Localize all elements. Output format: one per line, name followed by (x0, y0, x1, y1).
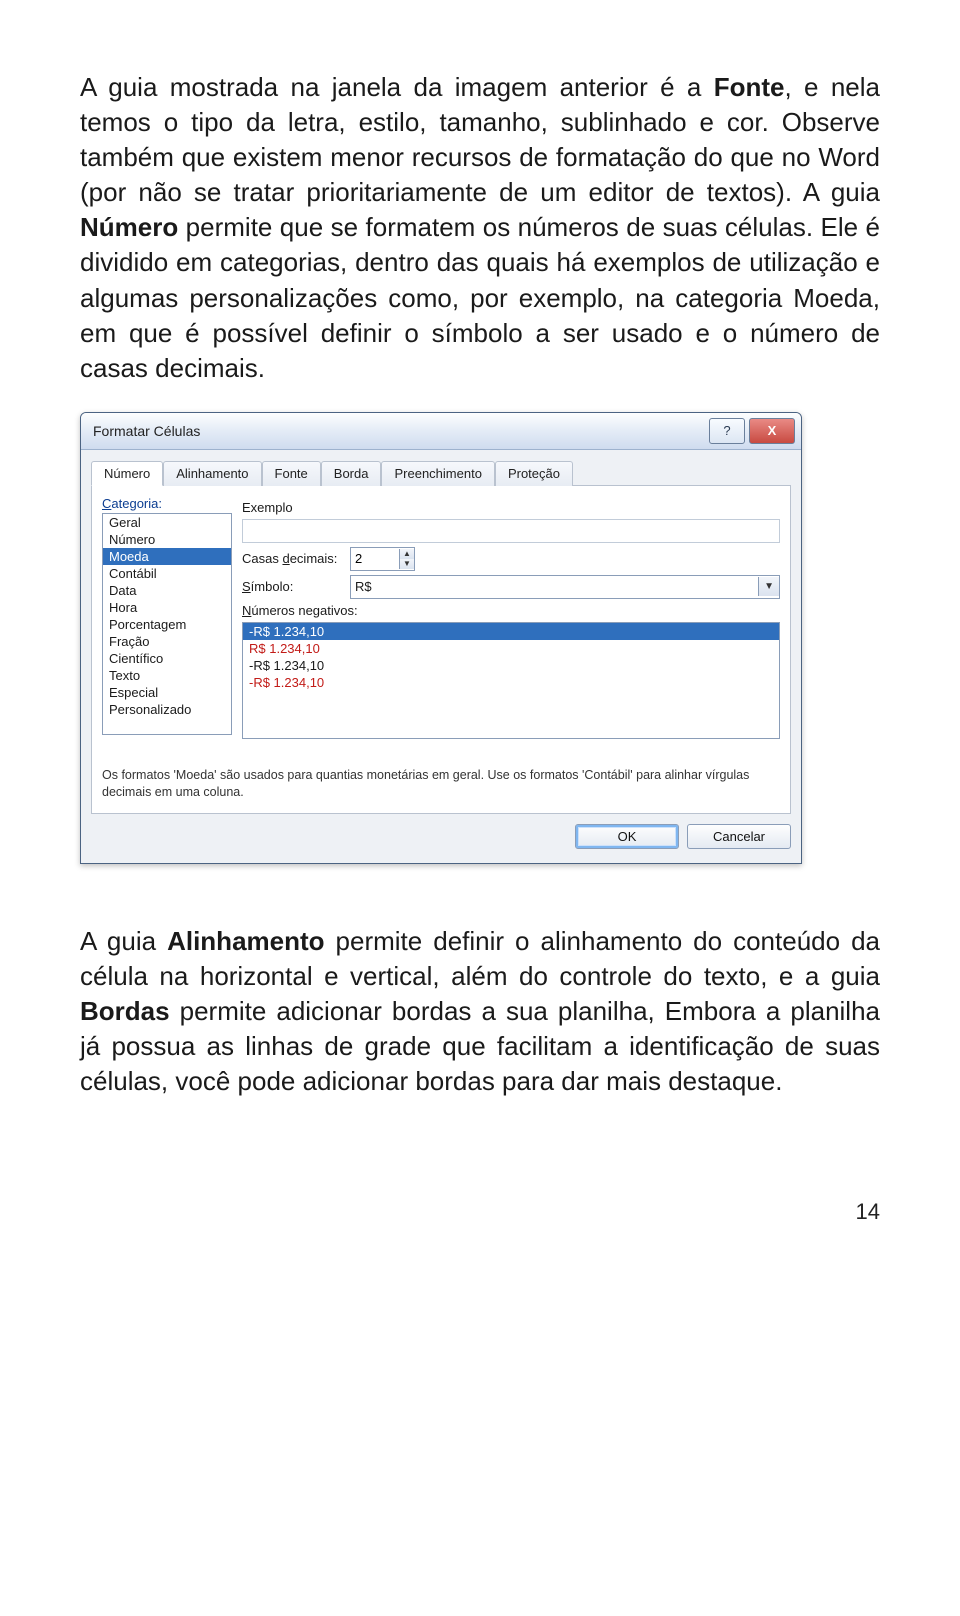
decimal-places-input[interactable] (351, 551, 399, 566)
page-number: 14 (80, 1199, 880, 1225)
word-bordas: Bordas (80, 996, 170, 1026)
dialog-title: Formatar Células (93, 423, 200, 439)
decimal-places-stepper[interactable]: ▲▼ (350, 547, 415, 571)
negative-numbers-list[interactable]: -R$ 1.234,10 R$ 1.234,10 -R$ 1.234,10 -R… (242, 622, 780, 739)
word-fonte: Fonte (714, 72, 785, 102)
tab-borda[interactable]: Borda (321, 461, 382, 486)
chevron-up-icon[interactable]: ▲ (400, 549, 414, 559)
tab-numero[interactable]: Número (91, 461, 163, 486)
casas-label: Casas decimais: (242, 551, 342, 566)
tab-preenchimento[interactable]: Preenchimento (381, 461, 494, 486)
ok-button[interactable]: OK (575, 824, 679, 849)
category-item[interactable]: Especial (103, 684, 231, 701)
categoria-label: Categoria: (102, 496, 232, 511)
chevron-down-icon[interactable]: ▼ (758, 577, 779, 596)
category-item[interactable]: Geral (103, 514, 231, 531)
word-alinhamento: Alinhamento (167, 926, 324, 956)
tab-protecao[interactable]: Proteção (495, 461, 573, 486)
exemplo-label: Exemplo (242, 500, 293, 515)
format-hint: Os formatos 'Moeda' são usados para quan… (102, 767, 780, 801)
category-item[interactable]: Texto (103, 667, 231, 684)
neg-option[interactable]: -R$ 1.234,10 (243, 623, 779, 640)
category-item[interactable]: Número (103, 531, 231, 548)
category-item[interactable]: Fração (103, 633, 231, 650)
negativos-label: Números negativos: (242, 603, 358, 618)
neg-option[interactable]: -R$ 1.234,10 (243, 657, 779, 674)
help-button[interactable]: ? (709, 418, 745, 444)
category-list[interactable]: Geral Número Moeda Contábil Data Hora Po… (102, 513, 232, 735)
tab-alinhamento[interactable]: Alinhamento (163, 461, 261, 486)
category-item[interactable]: Hora (103, 599, 231, 616)
symbol-value: R$ (355, 579, 372, 594)
category-item[interactable]: Data (103, 582, 231, 599)
stepper-arrows[interactable]: ▲▼ (399, 549, 414, 569)
chevron-down-icon[interactable]: ▼ (400, 559, 414, 569)
dialog-titlebar: Formatar Células ? X (81, 413, 801, 450)
word-numero: Número (80, 212, 178, 242)
symbol-select[interactable]: R$ ▼ (350, 575, 780, 599)
neg-option[interactable]: R$ 1.234,10 (243, 640, 779, 657)
category-item[interactable]: Personalizado (103, 701, 231, 718)
tabs: Número Alinhamento Fonte Borda Preenchim… (91, 460, 791, 486)
tab-fonte[interactable]: Fonte (262, 461, 321, 486)
category-item[interactable]: Contábil (103, 565, 231, 582)
cancel-button[interactable]: Cancelar (687, 824, 791, 849)
simbolo-label: Símbolo: (242, 579, 342, 594)
exemplo-box (242, 519, 780, 543)
paragraph-1: A guia mostrada na janela da imagem ante… (80, 70, 880, 386)
category-item[interactable]: Porcentagem (103, 616, 231, 633)
close-button[interactable]: X (749, 418, 795, 444)
category-item[interactable]: Científico (103, 650, 231, 667)
neg-option[interactable]: -R$ 1.234,10 (243, 674, 779, 691)
paragraph-2: A guia Alinhamento permite definir o ali… (80, 924, 880, 1099)
category-item-selected[interactable]: Moeda (103, 548, 231, 565)
format-cells-dialog: Formatar Células ? X Número Alinhamento … (80, 412, 802, 864)
